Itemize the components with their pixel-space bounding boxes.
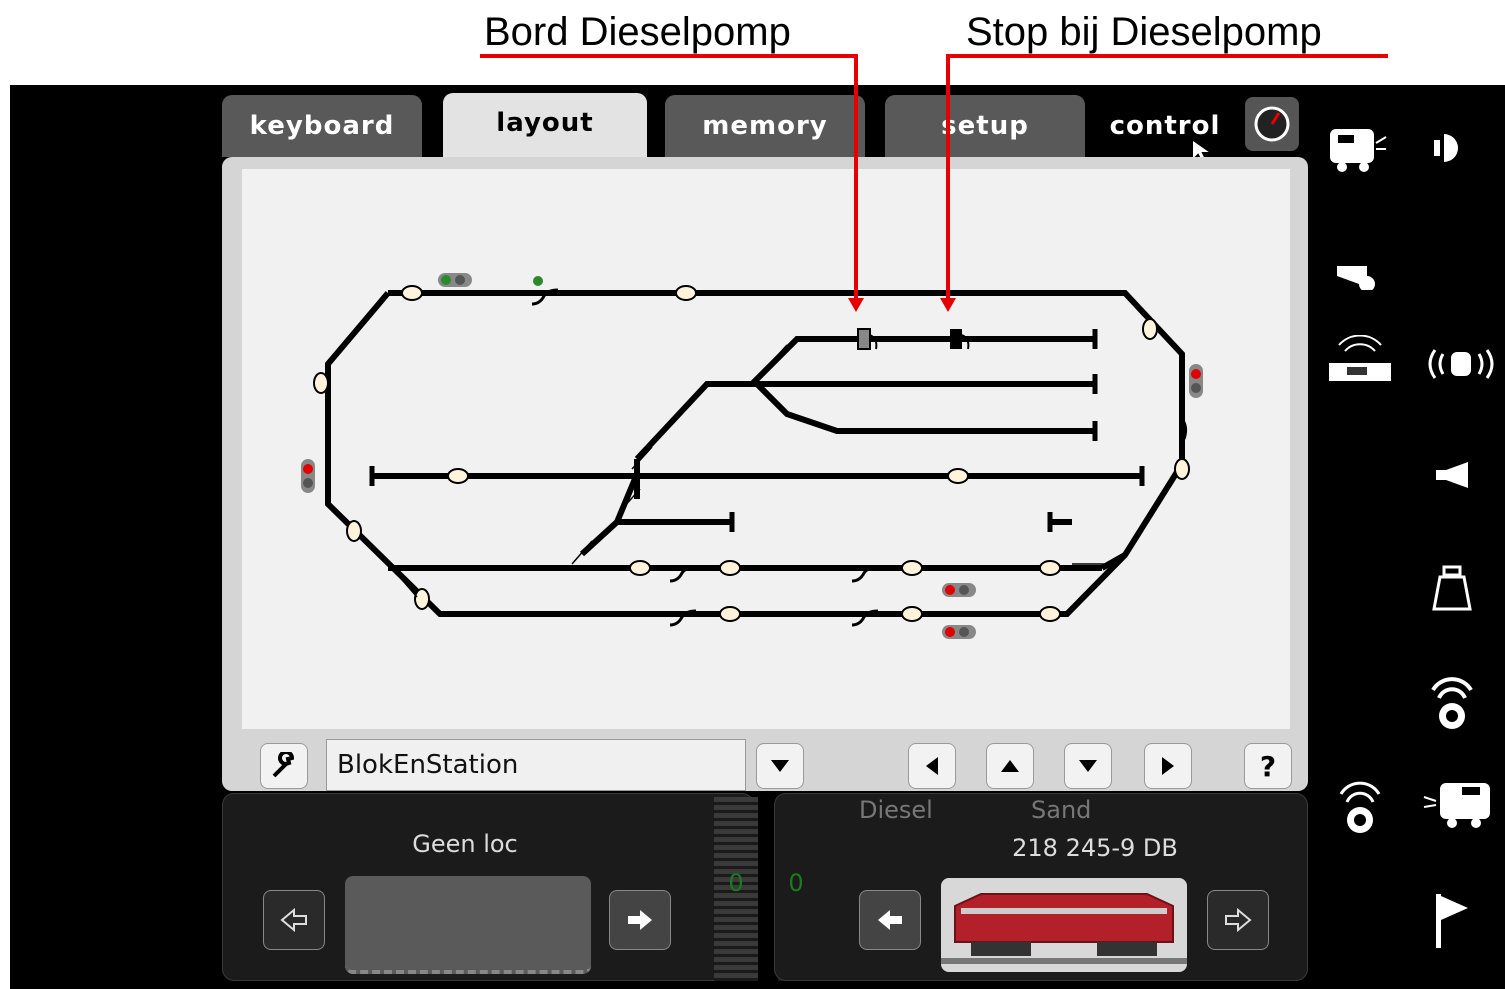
siding-2 bbox=[634, 381, 1095, 462]
tab-memory[interactable]: memory bbox=[665, 95, 865, 157]
loco-light-icon[interactable] bbox=[1320, 115, 1392, 179]
help-button[interactable]: ? bbox=[1244, 743, 1292, 789]
wrench-icon bbox=[272, 752, 295, 778]
sound-icon[interactable] bbox=[1422, 665, 1482, 735]
function-sand[interactable]: Sand bbox=[1031, 796, 1091, 824]
annotation-stop-bij-dieselpomp: Stop bij Dieselpomp bbox=[966, 10, 1322, 54]
cab-right-speed: 0 bbox=[788, 869, 804, 897]
scroll-down-button[interactable] bbox=[1064, 743, 1112, 789]
layout-dropdown-button[interactable] bbox=[756, 743, 804, 789]
cab-right-forward-button[interactable] bbox=[1207, 890, 1269, 950]
weight-icon[interactable] bbox=[1422, 561, 1482, 615]
fuel-pump-stop-icon bbox=[950, 329, 970, 350]
signal-red-station-2 bbox=[942, 625, 976, 639]
cab-right-loco-image[interactable] bbox=[941, 878, 1187, 972]
arrow-right-outline-icon bbox=[1225, 908, 1252, 932]
layout-panel: BlokEnStation ? bbox=[222, 157, 1308, 791]
arrow-left-filled-icon bbox=[878, 910, 902, 930]
cab-right-loco-name: 218 245-9 DB bbox=[1012, 834, 1178, 862]
scroll-up-button[interactable] bbox=[986, 743, 1034, 789]
cab-right-reverse-button[interactable] bbox=[859, 890, 921, 950]
signal-red-left bbox=[301, 459, 315, 493]
loco-sound-icon[interactable] bbox=[1420, 771, 1500, 835]
radio-train-icon[interactable] bbox=[1416, 339, 1505, 389]
tab-keyboard[interactable]: keyboard bbox=[222, 95, 422, 157]
track-diagram[interactable] bbox=[242, 169, 1290, 729]
gauge-icon[interactable] bbox=[1245, 97, 1299, 151]
annotation-bord-dieselpomp: Bord Dieselpomp bbox=[484, 10, 791, 54]
whistle-icon[interactable] bbox=[1328, 253, 1388, 297]
cab-left: Geen loc bbox=[222, 793, 754, 981]
short-siding bbox=[579, 519, 732, 557]
arrow-right-icon bbox=[1162, 757, 1174, 775]
arrow-right-filled-icon bbox=[628, 910, 652, 930]
radio-loco-icon[interactable] bbox=[1320, 331, 1400, 395]
function-diesel[interactable]: Diesel bbox=[859, 796, 933, 824]
arrow-up-icon bbox=[1001, 760, 1019, 772]
cab-right: Diesel Sand 218 245-9 DB bbox=[774, 793, 1308, 981]
flag-icon[interactable] bbox=[1422, 885, 1482, 955]
layout-toolbar: BlokEnStation ? bbox=[222, 731, 1308, 791]
fuel-pump-sign-icon bbox=[857, 328, 878, 350]
headlight-icon[interactable] bbox=[1422, 123, 1482, 173]
tab-layout[interactable]: layout bbox=[443, 93, 647, 165]
chevron-down-icon bbox=[771, 760, 789, 772]
arrow-down-icon bbox=[1079, 760, 1097, 772]
siding-3 bbox=[754, 381, 1095, 434]
scroll-right-button[interactable] bbox=[1144, 743, 1192, 789]
cs2-screen: keyboard layout memory setup control Blo… bbox=[10, 85, 1505, 989]
arrow-left-icon bbox=[926, 757, 938, 775]
cab-left-reverse-button[interactable] bbox=[263, 890, 325, 950]
cab-left-forward-button[interactable] bbox=[609, 890, 671, 950]
scroll-left-button[interactable] bbox=[908, 743, 956, 789]
sound-icon-2[interactable] bbox=[1330, 769, 1390, 839]
layout-name-field[interactable]: BlokEnStation bbox=[326, 739, 746, 791]
horn-icon[interactable] bbox=[1422, 453, 1482, 497]
cab-left-loco-image[interactable] bbox=[345, 876, 591, 974]
edit-layout-button[interactable] bbox=[260, 743, 308, 789]
tab-setup[interactable]: setup bbox=[885, 95, 1085, 157]
signal-red-right bbox=[1189, 364, 1203, 398]
arrow-left-outline-icon bbox=[280, 908, 307, 932]
cab-left-speed: 0 bbox=[728, 869, 744, 897]
signal-red-station-1 bbox=[942, 583, 976, 597]
signal-green bbox=[438, 273, 472, 287]
diesel-siding bbox=[749, 336, 1095, 387]
cab-left-loco-name: Geen loc bbox=[412, 830, 518, 858]
track-layout bbox=[301, 273, 1203, 639]
